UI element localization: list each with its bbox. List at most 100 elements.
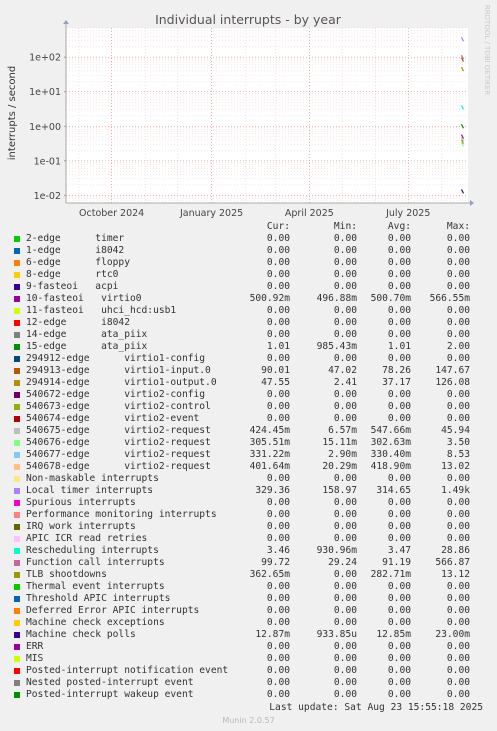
legend-row: APIC ICR read retries 0.00 0.00 0.00 0.00 <box>0 533 497 545</box>
legend-series-name: IRQ work interrupts <box>26 521 136 532</box>
legend-row: 14-edge ata_piix 0.00 0.00 0.00 0.00 <box>0 329 497 341</box>
legend-series-name: APIC ICR read retries <box>26 533 148 544</box>
legend-series-name: Function call interrupts <box>26 557 165 568</box>
legend-value: 1.49k <box>441 485 470 496</box>
legend-swatch <box>14 512 20 518</box>
legend-value: 0.00 <box>266 245 290 256</box>
legend-swatch <box>14 452 20 458</box>
legend-value: 3.50 <box>446 437 470 448</box>
legend-row: ERR 0.00 0.00 0.00 0.00 <box>0 641 497 653</box>
legend-series-name: 11-fasteoi uhci_hcd:usb1 <box>26 305 177 316</box>
legend-series-name: 6-edge floppy <box>26 257 130 268</box>
legend-row: Function call interrupts 99.72 29.24 91.19 5… <box>0 557 497 569</box>
legend: Cur: Min: Avg: Max: 2-edge timer 0.00 0.00… <box>0 221 497 701</box>
legend-value: 0.00 <box>266 281 290 292</box>
x-tick-label: April 2025 <box>285 208 334 219</box>
legend-value: 305.51m <box>249 437 290 448</box>
legend-series-name: Posted-interrupt notification event <box>26 665 229 676</box>
legend-value: 0.00 <box>446 257 470 268</box>
legend-swatch <box>14 596 20 602</box>
legend-swatch <box>14 632 20 638</box>
legend-series-name: TLB shootdowns <box>26 569 107 580</box>
legend-series-name: 540678-edge virtio2-request <box>26 461 211 472</box>
legend-value: 23.00m <box>435 629 470 640</box>
legend-swatch <box>14 680 20 686</box>
legend-value: 0.00 <box>266 641 290 652</box>
legend-row: 294913-edge virtio1-input.0 90.01 47.02 78.… <box>0 365 497 377</box>
legend-swatch <box>14 248 20 254</box>
legend-swatch <box>14 620 20 626</box>
legend-value: 8.53 <box>446 449 470 460</box>
legend-swatch <box>14 524 20 530</box>
legend-series-name: 540673-edge virtio2-control <box>26 401 211 412</box>
x-tick-label: July 2025 <box>385 208 430 219</box>
legend-row: 294912-edge virtio1-config 0.00 0.00 0.00 0.… <box>0 353 497 365</box>
legend-value: 0.00 <box>266 581 290 592</box>
legend-value: 0.00 <box>266 497 290 508</box>
legend-row: Rescheduling interrupts 3.46 930.96m 3.47 28… <box>0 545 497 557</box>
legend-row: 1-edge i8042 0.00 0.00 0.00 0.00 <box>0 245 497 257</box>
legend-value: 500.92m <box>249 293 290 304</box>
legend-value: 0.00 <box>446 245 470 256</box>
legend-series-name: 10-fasteoi virtio0 <box>26 293 142 304</box>
legend-swatch <box>14 296 20 302</box>
legend-swatch <box>14 668 20 674</box>
legend-series-name: Thermal event interrupts <box>26 581 165 592</box>
legend-swatch <box>14 428 20 434</box>
legend-row: 12-edge i8042 0.00 0.00 0.00 0.00 <box>0 317 497 329</box>
legend-value: 0.00 <box>446 353 470 364</box>
legend-value: 401.64m <box>249 461 290 472</box>
legend-value: 566.87 <box>435 557 470 568</box>
legend-row: Machine check exceptions 0.00 0.00 0.00 0.00 <box>0 617 497 629</box>
legend-series-name: Machine check polls <box>26 629 136 640</box>
legend-series-name: Local timer interrupts <box>26 485 154 496</box>
legend-value: 12.87m <box>255 629 290 640</box>
legend-value: 0.00 <box>446 677 470 688</box>
legend-swatch <box>14 500 20 506</box>
legend-swatch <box>14 236 20 242</box>
x-tick-label: January 2025 <box>179 208 243 219</box>
legend-value: 13.02 <box>441 461 470 472</box>
legend-swatch <box>14 692 20 698</box>
legend-series-name: ERR <box>26 641 44 652</box>
legend-value: 0.00 <box>446 305 470 316</box>
y-axis-label: interrupts / second <box>7 66 18 160</box>
legend-value: 13.12 <box>441 569 470 580</box>
legend-value: 0.00 <box>446 473 470 484</box>
legend-value: 0.00 <box>266 353 290 364</box>
last-update: Last update: Sat Aug 23 15:55:18 2025 <box>269 702 483 713</box>
legend-value: 0.00 <box>266 653 290 664</box>
legend-value: 0.00 <box>446 521 470 532</box>
legend-row: Performance monitoring interrupts 0.00 0.0… <box>0 509 497 521</box>
legend-row: Nested posted-interrupt event 0.00 0.00 0.0… <box>0 677 497 689</box>
legend-swatch <box>14 548 20 554</box>
legend-value: 45.94 <box>441 425 470 436</box>
legend-series-name: 540672-edge virtio2-config <box>26 389 206 400</box>
legend-swatch <box>14 608 20 614</box>
legend-value: 0.00 <box>266 317 290 328</box>
legend-series-name: 15-edge ata_piix <box>26 341 148 352</box>
legend-value: 0.00 <box>266 665 290 676</box>
legend-row: 11-fasteoi uhci_hcd:usb1 0.00 0.00 0.00 0.00 <box>0 305 497 317</box>
legend-value: 0.00 <box>446 401 470 412</box>
legend-value: 0.00 <box>446 329 470 340</box>
legend-row: 2-edge timer 0.00 0.00 0.00 0.00 <box>0 233 497 245</box>
legend-swatch <box>14 560 20 566</box>
legend-series-name: Threshold APIC interrupts <box>26 593 171 604</box>
legend-row: 8-edge rtc0 0.00 0.00 0.00 0.00 <box>0 269 497 281</box>
generator-label: Munin 2.0.57 <box>222 716 275 725</box>
x-axis-arrow-icon <box>470 200 474 206</box>
legend-value: 0.00 <box>446 317 470 328</box>
legend-series-name: 540674-edge virtio2-event <box>26 413 200 424</box>
legend-value: 0.00 <box>266 413 290 424</box>
legend-swatch <box>14 284 20 290</box>
y-tick-label: 1e-02 <box>34 191 61 202</box>
legend-value: 0.00 <box>446 413 470 424</box>
legend-series-name: 1-edge i8042 <box>26 245 125 256</box>
legend-series-name: Spurious interrupts <box>26 497 136 508</box>
legend-value: 0.00 <box>266 521 290 532</box>
legend-swatch <box>14 332 20 338</box>
legend-value: 99.72 <box>261 557 290 568</box>
legend-swatch <box>14 536 20 542</box>
legend-row: Spurious interrupts 0.00 0.00 0.00 0.00 <box>0 497 497 509</box>
